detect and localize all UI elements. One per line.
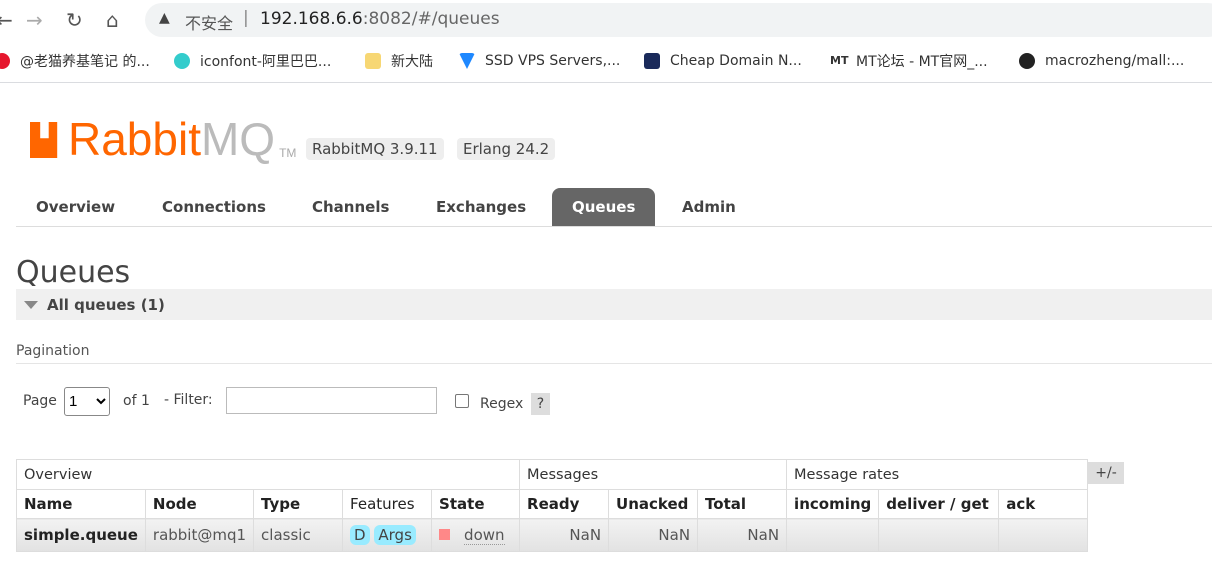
rabbitmq-logo: Rabbit MQ TM — [30, 112, 296, 166]
bookmark-label: @老猫养基笔记 的... — [20, 54, 150, 70]
queue-name-link[interactable]: simple.queue — [16, 518, 146, 552]
filter-input[interactable] — [226, 387, 437, 414]
erlang-badge: Erlang 24.2 — [457, 138, 556, 160]
github-icon — [1019, 53, 1035, 69]
bookmark-1[interactable]: iconfont-阿里巴巴... — [174, 50, 331, 72]
warning-icon: ▲ — [159, 10, 170, 26]
features-cell: D Args — [342, 518, 433, 552]
col-ready[interactable]: Ready — [519, 489, 610, 519]
page-select[interactable]: 1 — [64, 387, 110, 416]
state-label: down — [464, 526, 505, 545]
regex-checkbox[interactable] — [455, 394, 469, 408]
table-row: simple.queue rabbit@mq1 classic D Args d… — [16, 518, 1089, 552]
iconfont-icon — [174, 53, 190, 69]
insecure-label: 不安全 — [185, 14, 234, 33]
divider — [0, 82, 1212, 83]
state-indicator-icon — [439, 529, 451, 540]
help-button[interactable]: ? — [531, 393, 550, 415]
col-features: Features — [342, 489, 433, 519]
columns-toggle-button[interactable]: +/- — [1088, 462, 1124, 484]
total-cell: NaN — [697, 518, 788, 552]
group-messages: Messages — [519, 459, 788, 490]
divider — [16, 363, 1212, 364]
bookmark-3[interactable]: SSD VPS Servers,... — [459, 50, 620, 72]
bookmark-label: iconfont-阿里巴巴... — [200, 54, 332, 70]
main-nav: Overview Connections Channels Exchanges … — [16, 188, 1212, 227]
col-total[interactable]: Total — [697, 489, 788, 519]
back-icon[interactable]: ← — [0, 8, 13, 32]
node-cell: rabbit@mq1 — [144, 518, 255, 552]
reload-icon[interactable]: ↻ — [66, 8, 83, 32]
tab-exchanges[interactable]: Exchanges — [416, 188, 546, 226]
group-overview: Overview — [15, 459, 521, 490]
page-title: Queues — [16, 255, 131, 290]
vultr-icon — [459, 53, 475, 69]
tab-queues[interactable]: Queues — [552, 188, 656, 226]
tab-overview[interactable]: Overview — [16, 188, 135, 226]
section-title: All queues (1) — [47, 296, 165, 314]
bookmark-4[interactable]: Cheap Domain N... — [644, 50, 802, 72]
bookmark-label: 新大陆 — [391, 54, 433, 70]
col-type[interactable]: Type — [253, 489, 344, 519]
group-message-rates: Message rates — [786, 459, 1089, 490]
deliver-get-cell — [878, 518, 1000, 552]
mt-icon: MT — [830, 54, 849, 67]
col-name[interactable]: Name — [16, 489, 146, 519]
weibo-icon — [0, 53, 10, 69]
filter-label: - Filter: — [164, 392, 213, 408]
col-unacked[interactable]: Unacked — [608, 489, 699, 519]
args-badge: Args — [374, 525, 416, 545]
bookmark-label: MT论坛 - MT官网_... — [856, 54, 988, 70]
tab-channels[interactable]: Channels — [292, 188, 409, 226]
divider: | — [243, 8, 249, 28]
state-cell: down — [431, 518, 521, 552]
forward-icon[interactable]: → — [26, 8, 43, 32]
rabbit-logo-icon — [30, 122, 58, 158]
url-text[interactable]: 192.168.6.6:8082/#/queues — [260, 9, 500, 29]
version-badge: RabbitMQ 3.9.11 — [306, 138, 444, 160]
col-deliver-get[interactable]: deliver / get — [878, 489, 1000, 519]
home-icon[interactable]: ⌂ — [106, 8, 119, 32]
type-cell: classic — [253, 518, 344, 552]
bookmark-5[interactable]: MT MT论坛 - MT官网_... — [830, 50, 988, 72]
col-incoming[interactable]: incoming — [786, 489, 880, 519]
bookmark-2[interactable]: 新大陆 — [365, 50, 433, 72]
folder-icon — [365, 53, 381, 69]
all-queues-toggle[interactable]: All queues (1) — [16, 289, 1212, 320]
pagination-title: Pagination — [16, 343, 90, 359]
page-label: Page — [23, 393, 57, 409]
durable-badge: D — [350, 525, 370, 545]
col-ack[interactable]: ack — [998, 489, 1089, 519]
browser-toolbar: ← → ↻ ⌂ ▲ 不安全 | 192.168.6.6:8082/#/queue… — [0, 0, 1212, 40]
bookmark-0[interactable]: @老猫养基笔记 的... — [0, 50, 150, 72]
queues-table: Overview Messages Message rates Name Nod… — [15, 459, 1089, 552]
bookmark-label: macrozheng/mall:... — [1045, 53, 1185, 69]
tab-admin[interactable]: Admin — [662, 188, 756, 226]
unacked-cell: NaN — [608, 518, 699, 552]
triangle-down-icon — [24, 301, 38, 309]
address-bar[interactable]: ▲ 不安全 | 192.168.6.6:8082/#/queues — [145, 3, 1212, 37]
bookmark-6[interactable]: macrozheng/mall:... — [1019, 50, 1184, 72]
bookmark-label: Cheap Domain N... — [670, 53, 802, 69]
col-state[interactable]: State — [431, 489, 521, 519]
ready-cell: NaN — [519, 518, 610, 552]
incoming-cell — [786, 518, 880, 552]
bookmark-label: SSD VPS Servers,... — [485, 53, 621, 69]
ack-cell — [998, 518, 1089, 552]
regex-label: Regex — [480, 396, 524, 412]
namecheap-icon — [644, 53, 660, 69]
col-node[interactable]: Node — [144, 489, 255, 519]
tab-connections[interactable]: Connections — [142, 188, 286, 226]
of-label: of 1 — [123, 393, 150, 409]
